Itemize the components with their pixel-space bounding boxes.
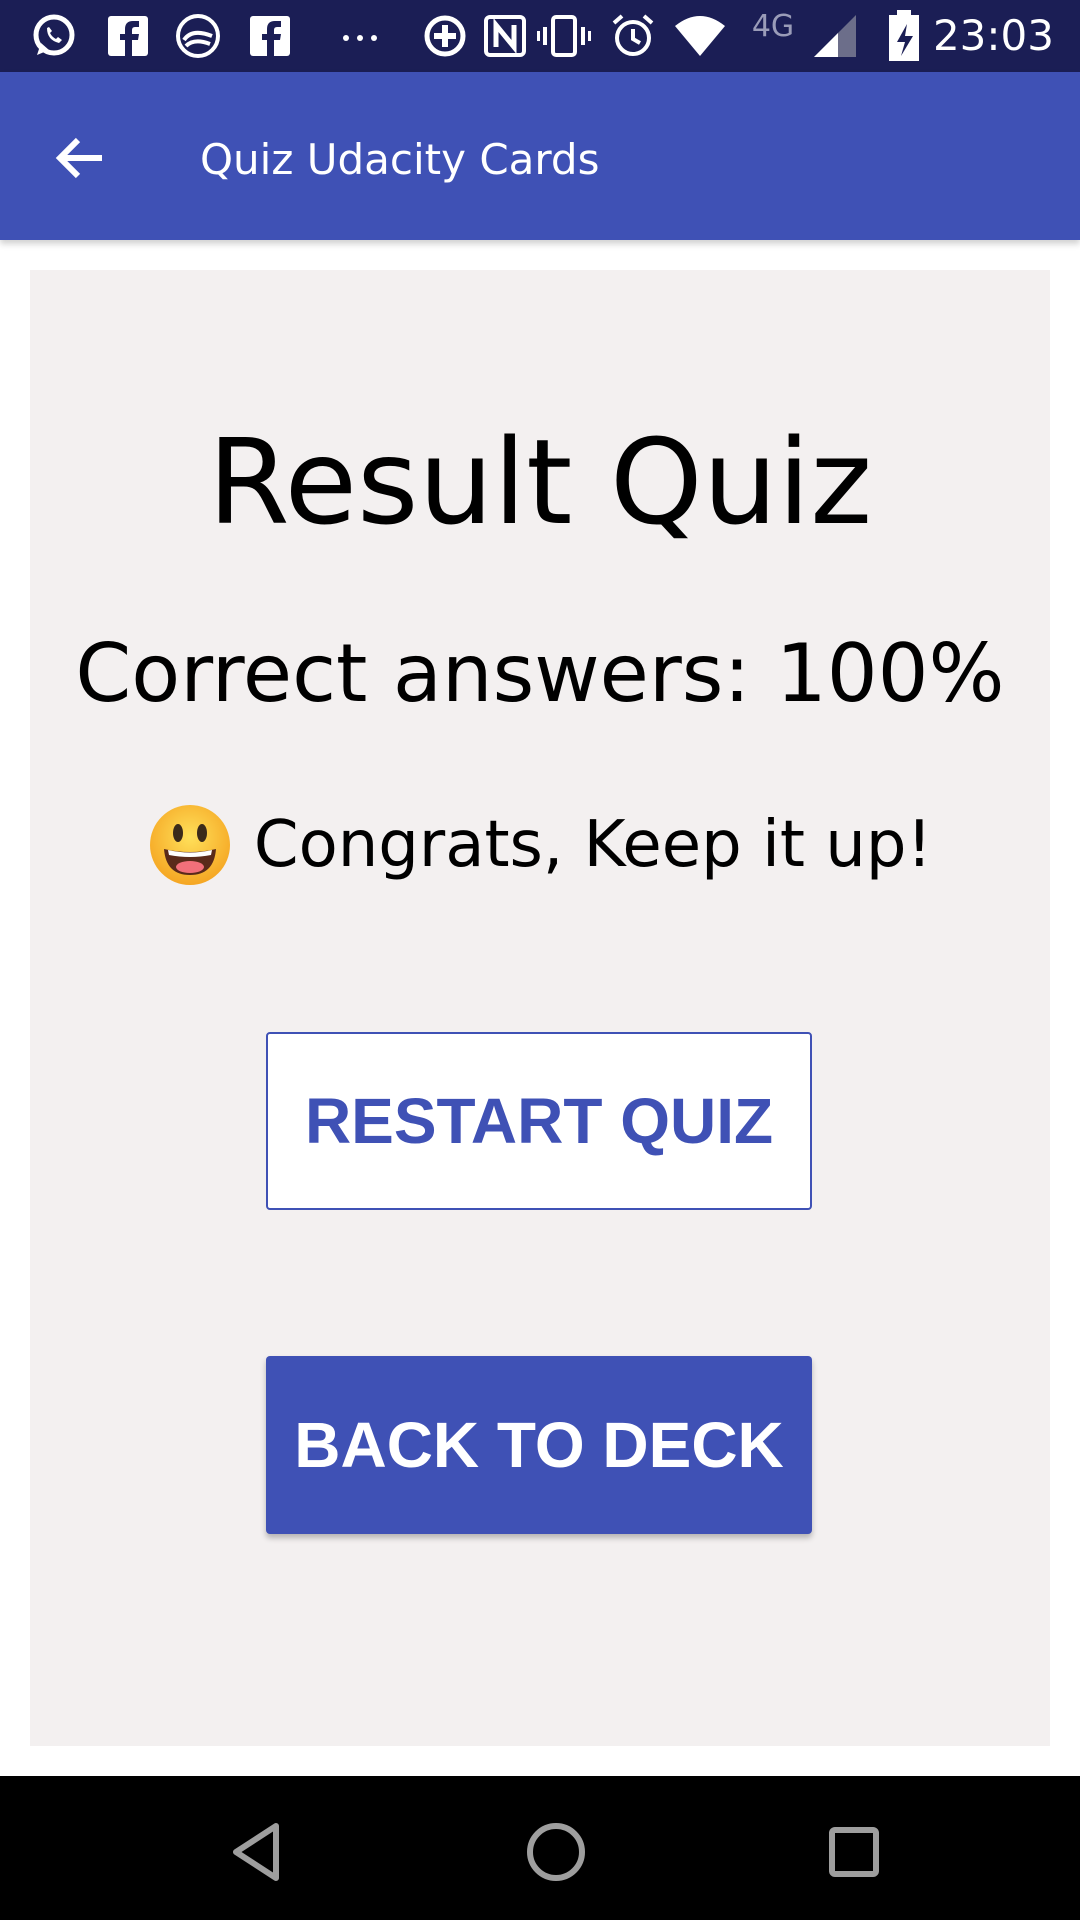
wifi-icon (672, 12, 728, 60)
nfc-icon (480, 12, 530, 60)
app-bar: Quiz Udacity Cards (0, 72, 1080, 240)
signal-icon (810, 12, 860, 60)
navigation-bar (0, 1776, 1080, 1920)
result-title: Result Quiz (207, 413, 873, 551)
more-notifications-icon (336, 12, 384, 60)
nav-home-button[interactable] (516, 1812, 596, 1892)
facebook-icon (104, 12, 152, 60)
app-title: Quiz Udacity Cards (200, 135, 600, 184)
data-saver-icon (420, 12, 470, 60)
nav-recents-button[interactable] (814, 1812, 894, 1892)
network-type-label: 4G (751, 8, 795, 44)
congrats-row: Congrats, Keep it up! (30, 800, 1050, 890)
arrow-back-icon (55, 137, 102, 179)
grinning-face-icon (149, 805, 230, 885)
status-time: 23:03 (932, 11, 1054, 60)
correct-answers-text: Correct answers: 100% (75, 627, 1005, 720)
alarm-icon (608, 12, 658, 60)
facebook-icon (246, 12, 294, 60)
nav-back-icon (233, 1823, 279, 1881)
feed-icon (172, 12, 224, 60)
whatsapp-icon (26, 12, 80, 60)
nav-back-button[interactable] (216, 1812, 296, 1892)
restart-quiz-button[interactable]: RESTART QUIZ (266, 1032, 812, 1210)
result-card: Result Quiz Correct answers: 100% Congra… (30, 270, 1050, 1746)
congrats-message: Congrats, Keep it up! (253, 808, 933, 882)
back-to-deck-button[interactable]: BACK TO DECK (266, 1356, 812, 1534)
vibrate-icon (536, 12, 592, 60)
nav-home-icon (527, 1823, 585, 1881)
battery-charging-icon (884, 10, 924, 61)
nav-recents-icon (829, 1827, 879, 1877)
back-button[interactable] (40, 118, 120, 198)
status-bar: 4G 23:03 (0, 0, 1080, 72)
